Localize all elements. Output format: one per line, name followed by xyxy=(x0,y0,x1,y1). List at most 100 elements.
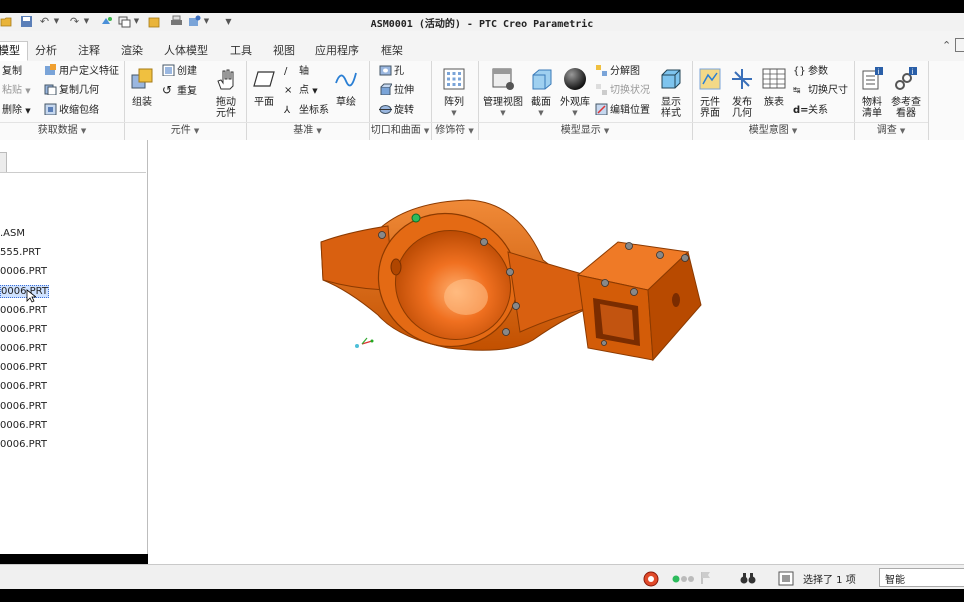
tree-item-part-selected[interactable]: 0006.PRT xyxy=(0,283,49,300)
tree-item-part[interactable]: 555.PRT xyxy=(0,244,41,261)
copy-button[interactable]: 复制 xyxy=(2,63,22,80)
plane-button[interactable]: 平面 xyxy=(248,61,280,108)
shrinkwrap-button[interactable]: 收缩包络 xyxy=(44,102,99,119)
ribbon: 复制 粘贴 ▼ 删除 ▼ 用户定义特征 复制几何 收缩包络 获取数据 ▼ 组装 … xyxy=(0,61,964,141)
delete-button[interactable]: 删除 ▼ xyxy=(2,102,31,119)
hole-button[interactable]: 孔 xyxy=(379,63,404,80)
relations-icon: d= xyxy=(793,105,809,116)
tree-item-part[interactable]: 0006.PRT xyxy=(0,436,47,453)
tree-item-part[interactable]: 0006.PRT xyxy=(0,417,47,434)
family-table-button[interactable]: 族表 xyxy=(758,61,790,108)
bill-of-materials-button[interactable]: i 物料清单 xyxy=(856,61,888,119)
shrinkwrap-icon xyxy=(44,103,57,115)
selection-buffer-icon[interactable] xyxy=(778,571,794,589)
find-icon[interactable] xyxy=(740,571,756,588)
pattern-icon xyxy=(443,68,465,90)
plane-icon xyxy=(253,71,275,87)
tab-view[interactable]: 视图 xyxy=(266,42,302,60)
group-label-model-intent[interactable]: 模型意图 ▼ xyxy=(692,122,854,138)
tree-item-part[interactable]: 0006.PRT xyxy=(0,340,47,357)
hole-icon xyxy=(379,65,392,76)
tree-item-part[interactable]: 0006.PRT xyxy=(0,302,47,319)
toggle-status-button[interactable]: 切换状况 xyxy=(595,82,650,99)
revolve-button[interactable]: 旋转 xyxy=(379,102,414,119)
exploded-view-button[interactable]: 分解图 xyxy=(595,63,640,80)
tree-item-part[interactable]: 0006.PRT xyxy=(0,321,47,338)
tab-model[interactable]: 模型 xyxy=(0,41,28,61)
assemble-icon xyxy=(131,68,153,89)
status-bar: 选择了 1 项 智能 xyxy=(0,564,964,590)
group-label-modifier[interactable]: 修饰符 ▼ xyxy=(431,122,478,138)
assembly-model-3d[interactable] xyxy=(148,140,964,564)
coordinate-system-button[interactable]: ⅄ 坐标系 xyxy=(284,102,329,119)
tree-item-assembly[interactable]: .ASM xyxy=(0,225,25,242)
manage-views-icon xyxy=(492,68,514,90)
group-datum: 平面 / 轴 × 点 ▼ ⅄ 坐标系 草绘 基准 ▼ xyxy=(246,61,370,140)
block-part[interactable] xyxy=(576,241,702,362)
coordinate-system-triad xyxy=(355,337,374,348)
group-model-intent: 元件界面 发布几何 族表 {} 参数 ↹ 切换尺寸 d=关系 模型意图 ▼ xyxy=(692,61,855,140)
svg-text:↹: ↹ xyxy=(793,86,801,95)
group-label-model-display[interactable]: 模型显示 ▼ xyxy=(478,122,692,138)
svg-text:i: i xyxy=(878,68,880,76)
flag-icon[interactable] xyxy=(700,571,712,588)
group-investigate: i 物料清单 i 参考查看器 调查 ▼ xyxy=(854,61,929,140)
group-label-cut-surface[interactable]: 切口和曲面 ▼ xyxy=(369,122,431,138)
paste-button[interactable]: 粘贴 ▼ xyxy=(2,82,31,99)
edit-position-icon xyxy=(595,103,608,115)
sketch-icon xyxy=(335,72,357,87)
group-cut-surface: 孔 拉伸 旋转 切口和曲面 ▼ xyxy=(369,61,432,140)
selection-count-text: 选择了 1 项 xyxy=(803,575,856,586)
selection-filter-dropdown[interactable]: 智能 xyxy=(879,568,964,587)
model-tree-tab[interactable] xyxy=(0,152,7,174)
pattern-button[interactable]: 阵列 ▼ xyxy=(438,61,470,119)
status-lights-icon xyxy=(672,575,696,586)
reference-viewer-button[interactable]: i 参考查看器 xyxy=(890,61,922,119)
drag-components-button[interactable]: 拖动元件 xyxy=(210,61,242,119)
regen-status-icon[interactable] xyxy=(643,571,659,590)
screen-bottom-bar xyxy=(0,589,964,602)
tab-manikin[interactable]: 人体模型 xyxy=(157,42,215,60)
parameters-button[interactable]: {} 参数 xyxy=(793,63,828,80)
publish-geometry-button[interactable]: 发布几何 xyxy=(726,61,758,119)
selection-filter-value: 智能 xyxy=(885,575,905,586)
tree-item-part[interactable]: 0006.PRT xyxy=(0,359,47,376)
tree-item-part[interactable]: 0006.PRT xyxy=(0,398,47,415)
axis-button[interactable]: / 轴 xyxy=(284,63,309,80)
tab-analysis[interactable]: 分析 xyxy=(28,42,64,60)
tab-tools[interactable]: 工具 xyxy=(223,42,259,60)
relations-button[interactable]: d=关系 xyxy=(793,102,828,119)
extrude-button[interactable]: 拉伸 xyxy=(379,82,414,99)
display-style-button[interactable]: 显示样式 xyxy=(654,61,688,119)
graphics-window[interactable] xyxy=(148,140,964,564)
tree-item-part[interactable]: 0006.PRT xyxy=(0,263,47,280)
group-label-investigate[interactable]: 调查 ▼ xyxy=(854,122,928,138)
group-label-datum[interactable]: 基准 ▼ xyxy=(246,122,369,138)
repeat-button[interactable]: ↺ 重复 xyxy=(162,82,197,99)
tab-render[interactable]: 渲染 xyxy=(114,42,150,60)
section-button[interactable]: 截面 ▼ xyxy=(526,61,556,119)
tab-applications[interactable]: 应用程序 xyxy=(308,42,366,60)
tab-annotate[interactable]: 注释 xyxy=(71,42,107,60)
help-icon[interactable] xyxy=(955,38,964,52)
group-get-data: 复制 粘贴 ▼ 删除 ▼ 用户定义特征 复制几何 收缩包络 获取数据 ▼ xyxy=(0,61,125,140)
tab-framework[interactable]: 框架 xyxy=(374,42,410,60)
appearance-gallery-button[interactable]: 外观库 ▼ xyxy=(558,61,592,119)
point-button[interactable]: × 点 ▼ xyxy=(284,82,318,99)
copy-geometry-button[interactable]: 复制几何 xyxy=(44,82,99,99)
assemble-button[interactable]: 组装 xyxy=(126,61,158,108)
group-component: 组装 创建 ↺ 重复 拖动元件 元件 ▼ xyxy=(124,61,247,140)
group-label-component[interactable]: 元件 ▼ xyxy=(124,122,246,138)
manage-views-button[interactable]: 管理视图 ▼ xyxy=(482,61,524,119)
switch-dimensions-button[interactable]: ↹ 切换尺寸 xyxy=(793,82,848,99)
minimize-ribbon-icon[interactable]: ⌃ xyxy=(942,39,951,52)
sketch-button[interactable]: 草绘 xyxy=(330,61,362,108)
create-button[interactable]: 创建 xyxy=(162,63,197,80)
group-model-display: 管理视图 ▼ 截面 ▼ 外观库 ▼ 分解图 切换状况 编辑位置 显示样式 模型显… xyxy=(478,61,693,140)
housing-part[interactable] xyxy=(320,194,609,366)
tree-item-part[interactable]: 0006.PRT xyxy=(0,378,47,395)
edit-position-button[interactable]: 编辑位置 xyxy=(595,102,650,119)
group-label-get-data[interactable]: 获取数据 ▼ xyxy=(0,122,124,138)
component-interface-button[interactable]: 元件界面 xyxy=(694,61,726,119)
udf-button[interactable]: 用户定义特征 xyxy=(44,63,119,80)
